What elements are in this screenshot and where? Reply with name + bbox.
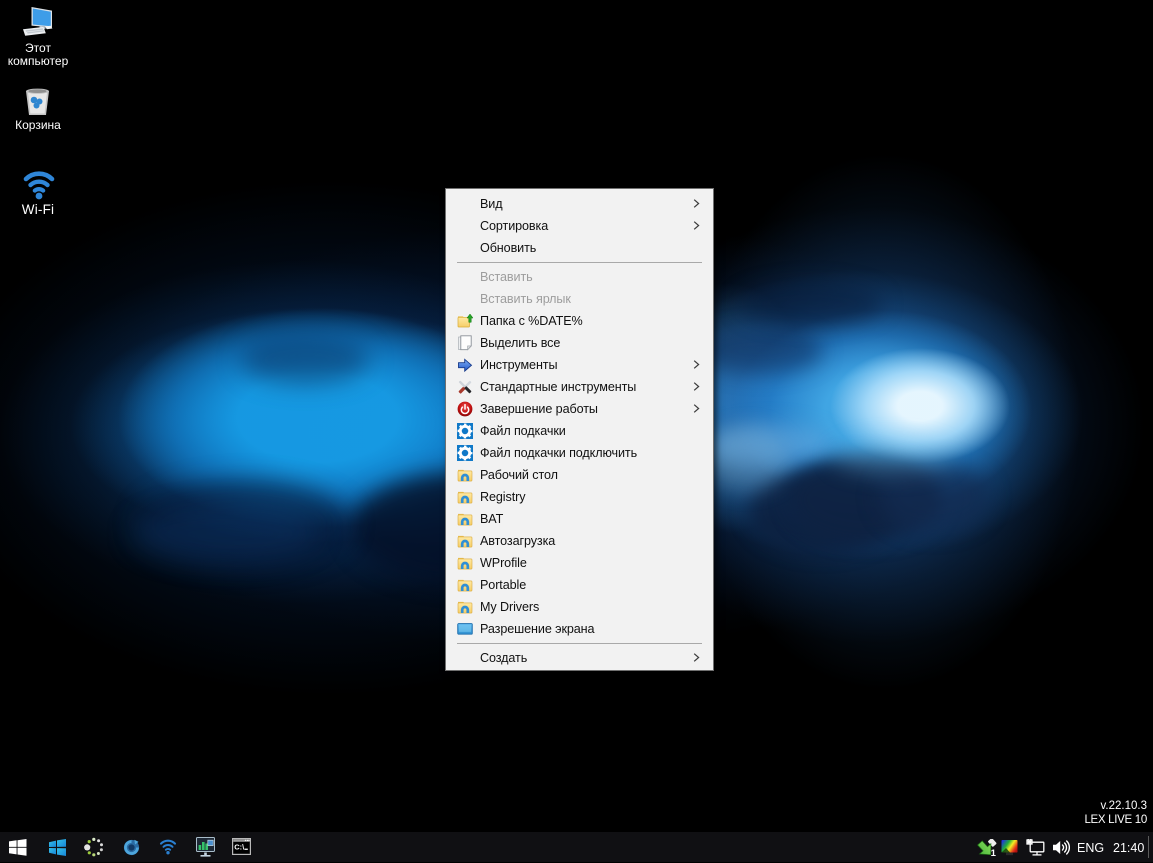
svg-text:1: 1 [991,848,997,856]
svg-text:C:\: C:\ [234,843,245,852]
